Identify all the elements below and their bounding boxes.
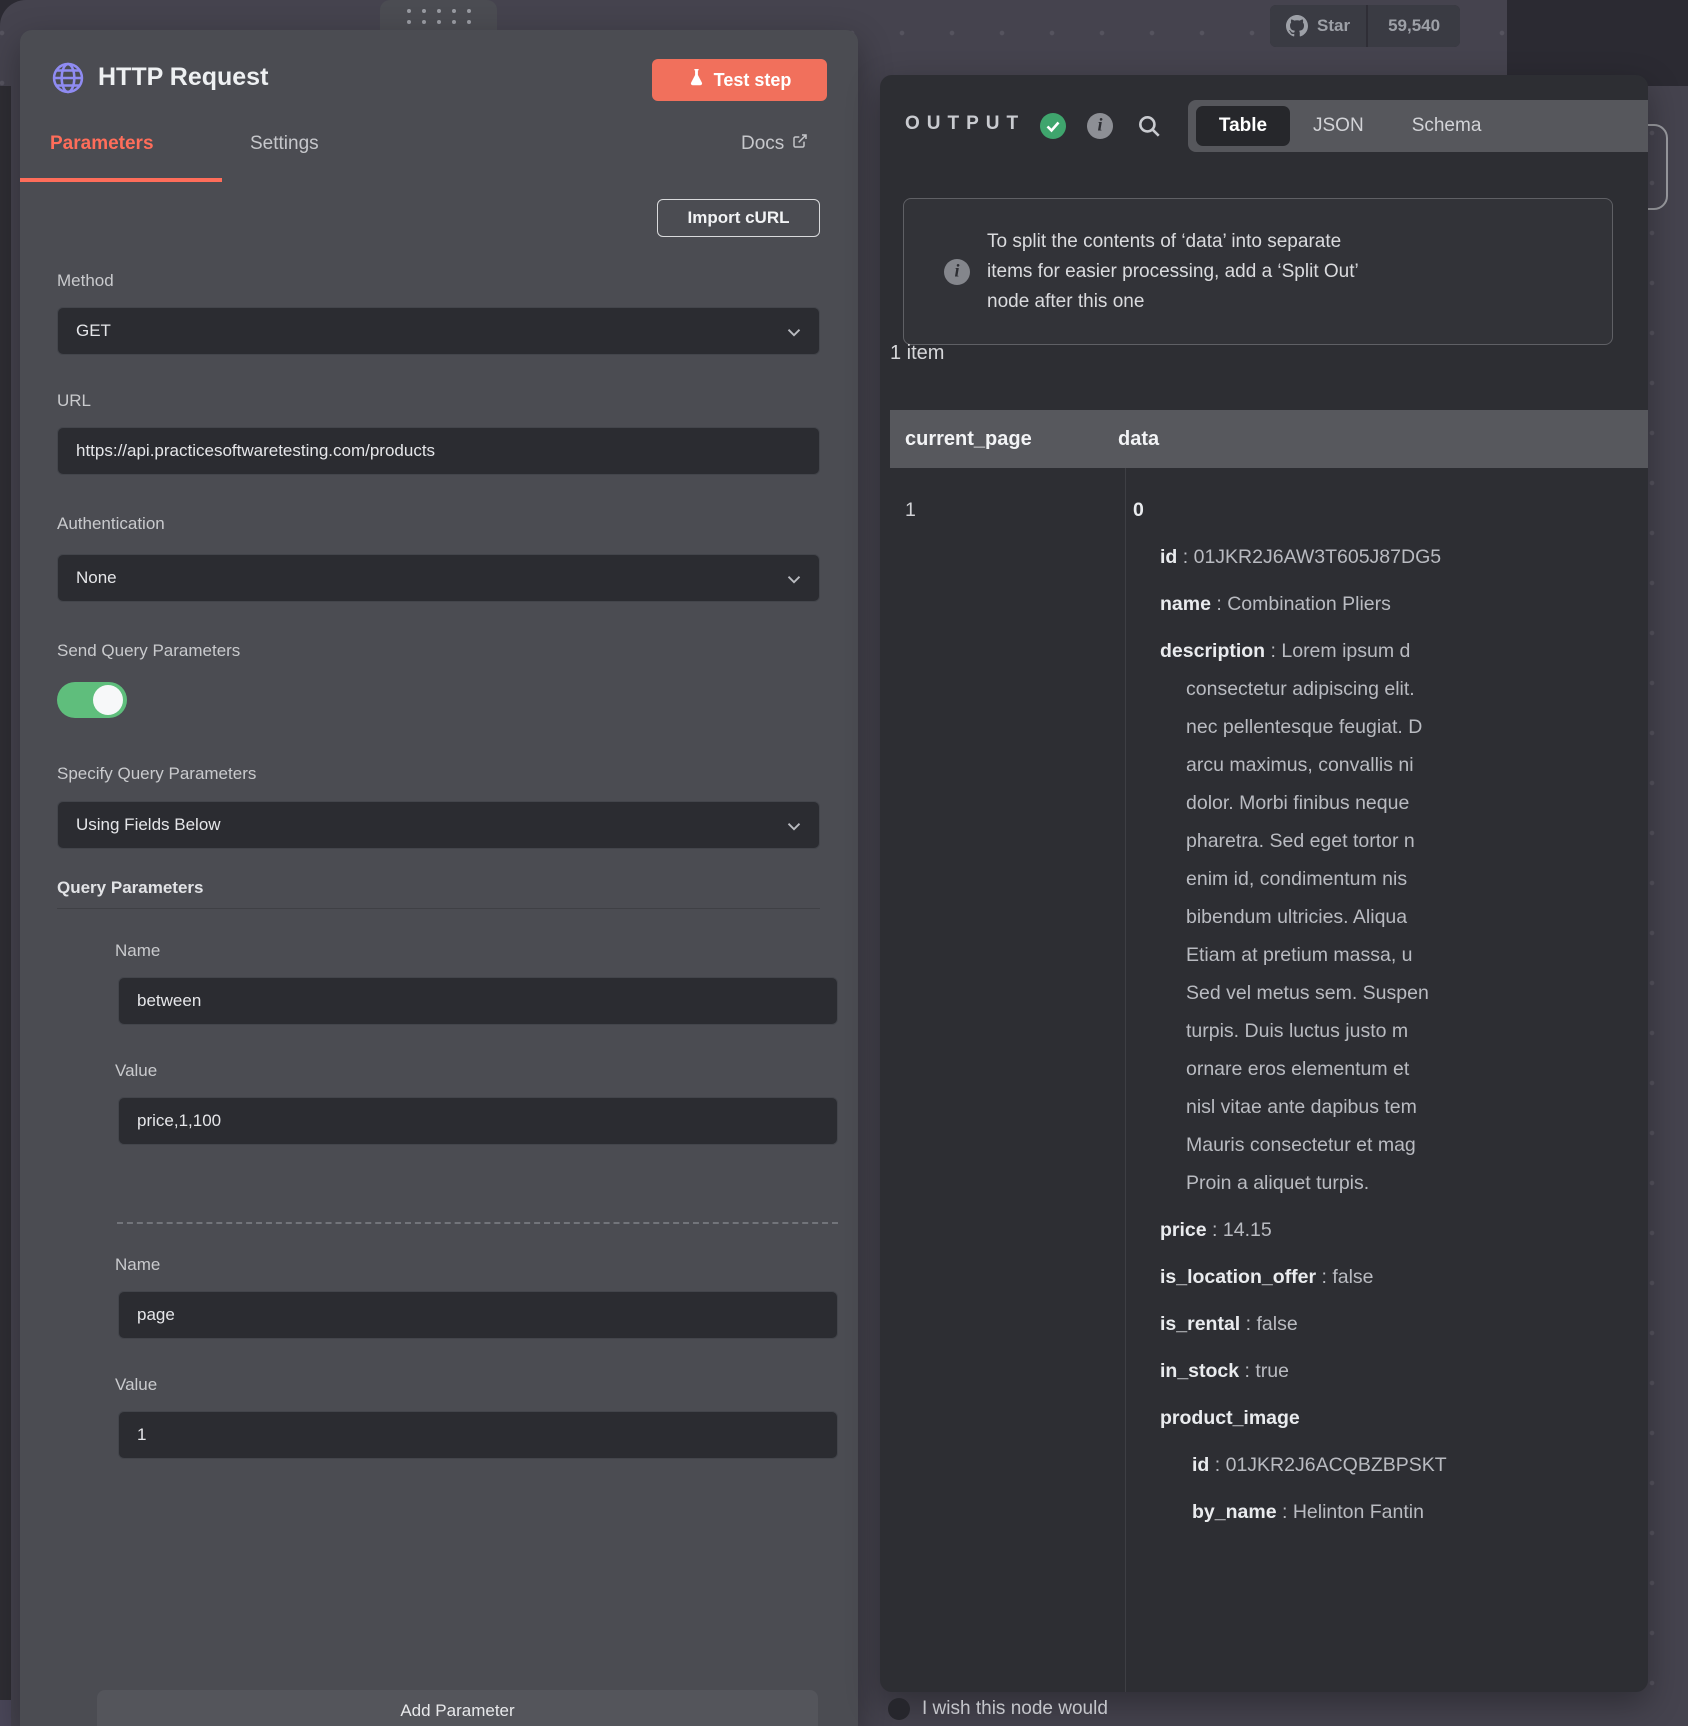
info-circle-icon: [944, 259, 970, 285]
data-line: 0: [1133, 491, 1648, 529]
param-name-label: Name: [115, 1255, 160, 1275]
data-line: price : 14.15: [1133, 1211, 1648, 1249]
param-value-input[interactable]: 1: [118, 1411, 838, 1459]
docs-link[interactable]: Docs: [741, 133, 808, 155]
github-star-widget[interactable]: Star 59,540: [1270, 5, 1460, 47]
column-header-current-page[interactable]: current_page: [890, 428, 1118, 451]
data-line: pharetra. Sed eget tortor n: [1133, 822, 1648, 860]
table-header-row: current_page data: [890, 410, 1648, 468]
data-line: turpis. Duis luctus justo m: [1133, 1012, 1648, 1050]
data-line: product_image: [1133, 1399, 1648, 1437]
tab-parameters[interactable]: Parameters: [50, 133, 154, 155]
node-feedback-prompt[interactable]: I wish this node would: [888, 1698, 1108, 1720]
data-line: description : Lorem ipsum d: [1133, 632, 1648, 670]
method-label: Method: [57, 271, 114, 291]
data-line: nisl vitae ante dapibus tem: [1133, 1088, 1648, 1126]
panel-drag-handle[interactable]: [380, 0, 497, 32]
section-divider: [57, 908, 820, 909]
data-line: Mauris consectetur et mag: [1133, 1126, 1648, 1164]
url-label: URL: [57, 391, 91, 411]
chevron-down-icon: [783, 568, 805, 595]
data-line: Sed vel metus sem. Suspen: [1133, 974, 1648, 1012]
drag-dots-icon: [407, 9, 471, 24]
data-cell-lines: 0 id : 01JKR2J6AW3T605J87DG5 name : Combin…: [1133, 491, 1648, 1531]
data-line: dolor. Morbi finibus neque: [1133, 784, 1648, 822]
data-line: name : Combination Pliers: [1133, 585, 1648, 623]
tab-json[interactable]: JSON: [1313, 115, 1364, 137]
data-line: id : 01JKR2J6AW3T605J87DG5: [1133, 538, 1648, 576]
import-curl-button[interactable]: Import cURL: [657, 199, 820, 237]
authentication-select[interactable]: None: [57, 554, 820, 602]
info-circle-icon[interactable]: [1087, 113, 1113, 139]
param-value-label: Value: [115, 1061, 157, 1081]
tab-settings[interactable]: Settings: [250, 133, 319, 155]
test-step-button[interactable]: Test step: [652, 59, 827, 101]
node-title: HTTP Request: [98, 63, 268, 92]
split-out-hint-callout: To split the contents of ‘data’ into sep…: [903, 198, 1613, 345]
output-panel: OUTPUT Table JSON Schema To split the co…: [880, 75, 1648, 1692]
data-line: Etiam at pretium massa, u: [1133, 936, 1648, 974]
data-line: arcu maximus, convallis ni: [1133, 746, 1648, 784]
data-line: in_stock : true: [1133, 1352, 1648, 1390]
param-value-input[interactable]: price,1,100: [118, 1097, 838, 1145]
send-query-parameters-label: Send Query Parameters: [57, 641, 240, 661]
param-name-input[interactable]: page: [118, 1291, 838, 1339]
github-star-count[interactable]: 59,540: [1368, 5, 1460, 47]
query-parameters-section-title: Query Parameters: [57, 878, 203, 898]
output-panel-title: OUTPUT: [905, 113, 1025, 135]
callout-text: To split the contents of ‘data’ into sep…: [987, 227, 1359, 317]
chevron-down-icon: [783, 321, 805, 348]
node-settings-panel: HTTP Request Test step Parameters Settin…: [20, 30, 858, 1726]
method-select[interactable]: GET: [57, 307, 820, 355]
github-star-button[interactable]: Star: [1270, 5, 1366, 47]
top-right-panel-edge: [1507, 0, 1688, 86]
data-line: enim id, condimentum nis: [1133, 860, 1648, 898]
param-name-label: Name: [115, 941, 160, 961]
github-icon: [1286, 15, 1308, 37]
data-line: is_rental : false: [1133, 1305, 1648, 1343]
param-value-label: Value: [115, 1375, 157, 1395]
data-line: Proin a aliquet turpis.: [1133, 1164, 1648, 1202]
http-request-node-globe-icon: [50, 60, 86, 96]
tab-table[interactable]: Table: [1196, 106, 1290, 146]
github-star-label: Star: [1317, 16, 1350, 36]
specify-query-parameters-label: Specify Query Parameters: [57, 764, 256, 784]
flask-icon: [688, 68, 705, 92]
left-panel-edge: [0, 86, 11, 1700]
send-query-parameters-toggle[interactable]: [57, 682, 127, 718]
chevron-down-icon: [783, 815, 805, 842]
authentication-label: Authentication: [57, 514, 165, 534]
url-input[interactable]: https://api.practicesoftwaretesting.com/…: [57, 427, 820, 475]
search-icon[interactable]: [1136, 113, 1162, 139]
toggle-knob: [93, 685, 123, 715]
param-name-input[interactable]: between: [118, 977, 838, 1025]
data-line: is_location_offer : false: [1133, 1258, 1648, 1296]
add-parameter-button[interactable]: Add Parameter: [97, 1690, 818, 1726]
column-divider: [1125, 468, 1126, 1692]
canvas-node-fragment: [0, 1700, 11, 1726]
tab-schema[interactable]: Schema: [1412, 115, 1482, 137]
parameter-divider: [117, 1222, 838, 1224]
current-page-cell: 1: [905, 491, 916, 529]
feedback-emoji-icon: [888, 1698, 910, 1720]
output-view-tabs: Table JSON Schema: [1188, 100, 1648, 152]
specify-query-parameters-select[interactable]: Using Fields Below: [57, 801, 820, 849]
items-count: 1 item: [890, 342, 944, 365]
active-tab-underline: [20, 178, 222, 182]
column-header-data[interactable]: data: [1118, 428, 1159, 451]
data-line: by_name : Helinton Fantin: [1133, 1493, 1648, 1531]
external-link-icon: [792, 133, 808, 155]
data-line: id : 01JKR2J6ACQBZBPSKT: [1133, 1446, 1648, 1484]
data-line: ornare eros elementum et: [1133, 1050, 1648, 1088]
data-line: consectetur adipiscing elit.: [1133, 670, 1648, 708]
check-circle-icon: [1040, 113, 1066, 139]
data-line: nec pellentesque feugiat. D: [1133, 708, 1648, 746]
data-line: bibendum ultricies. Aliqua: [1133, 898, 1648, 936]
